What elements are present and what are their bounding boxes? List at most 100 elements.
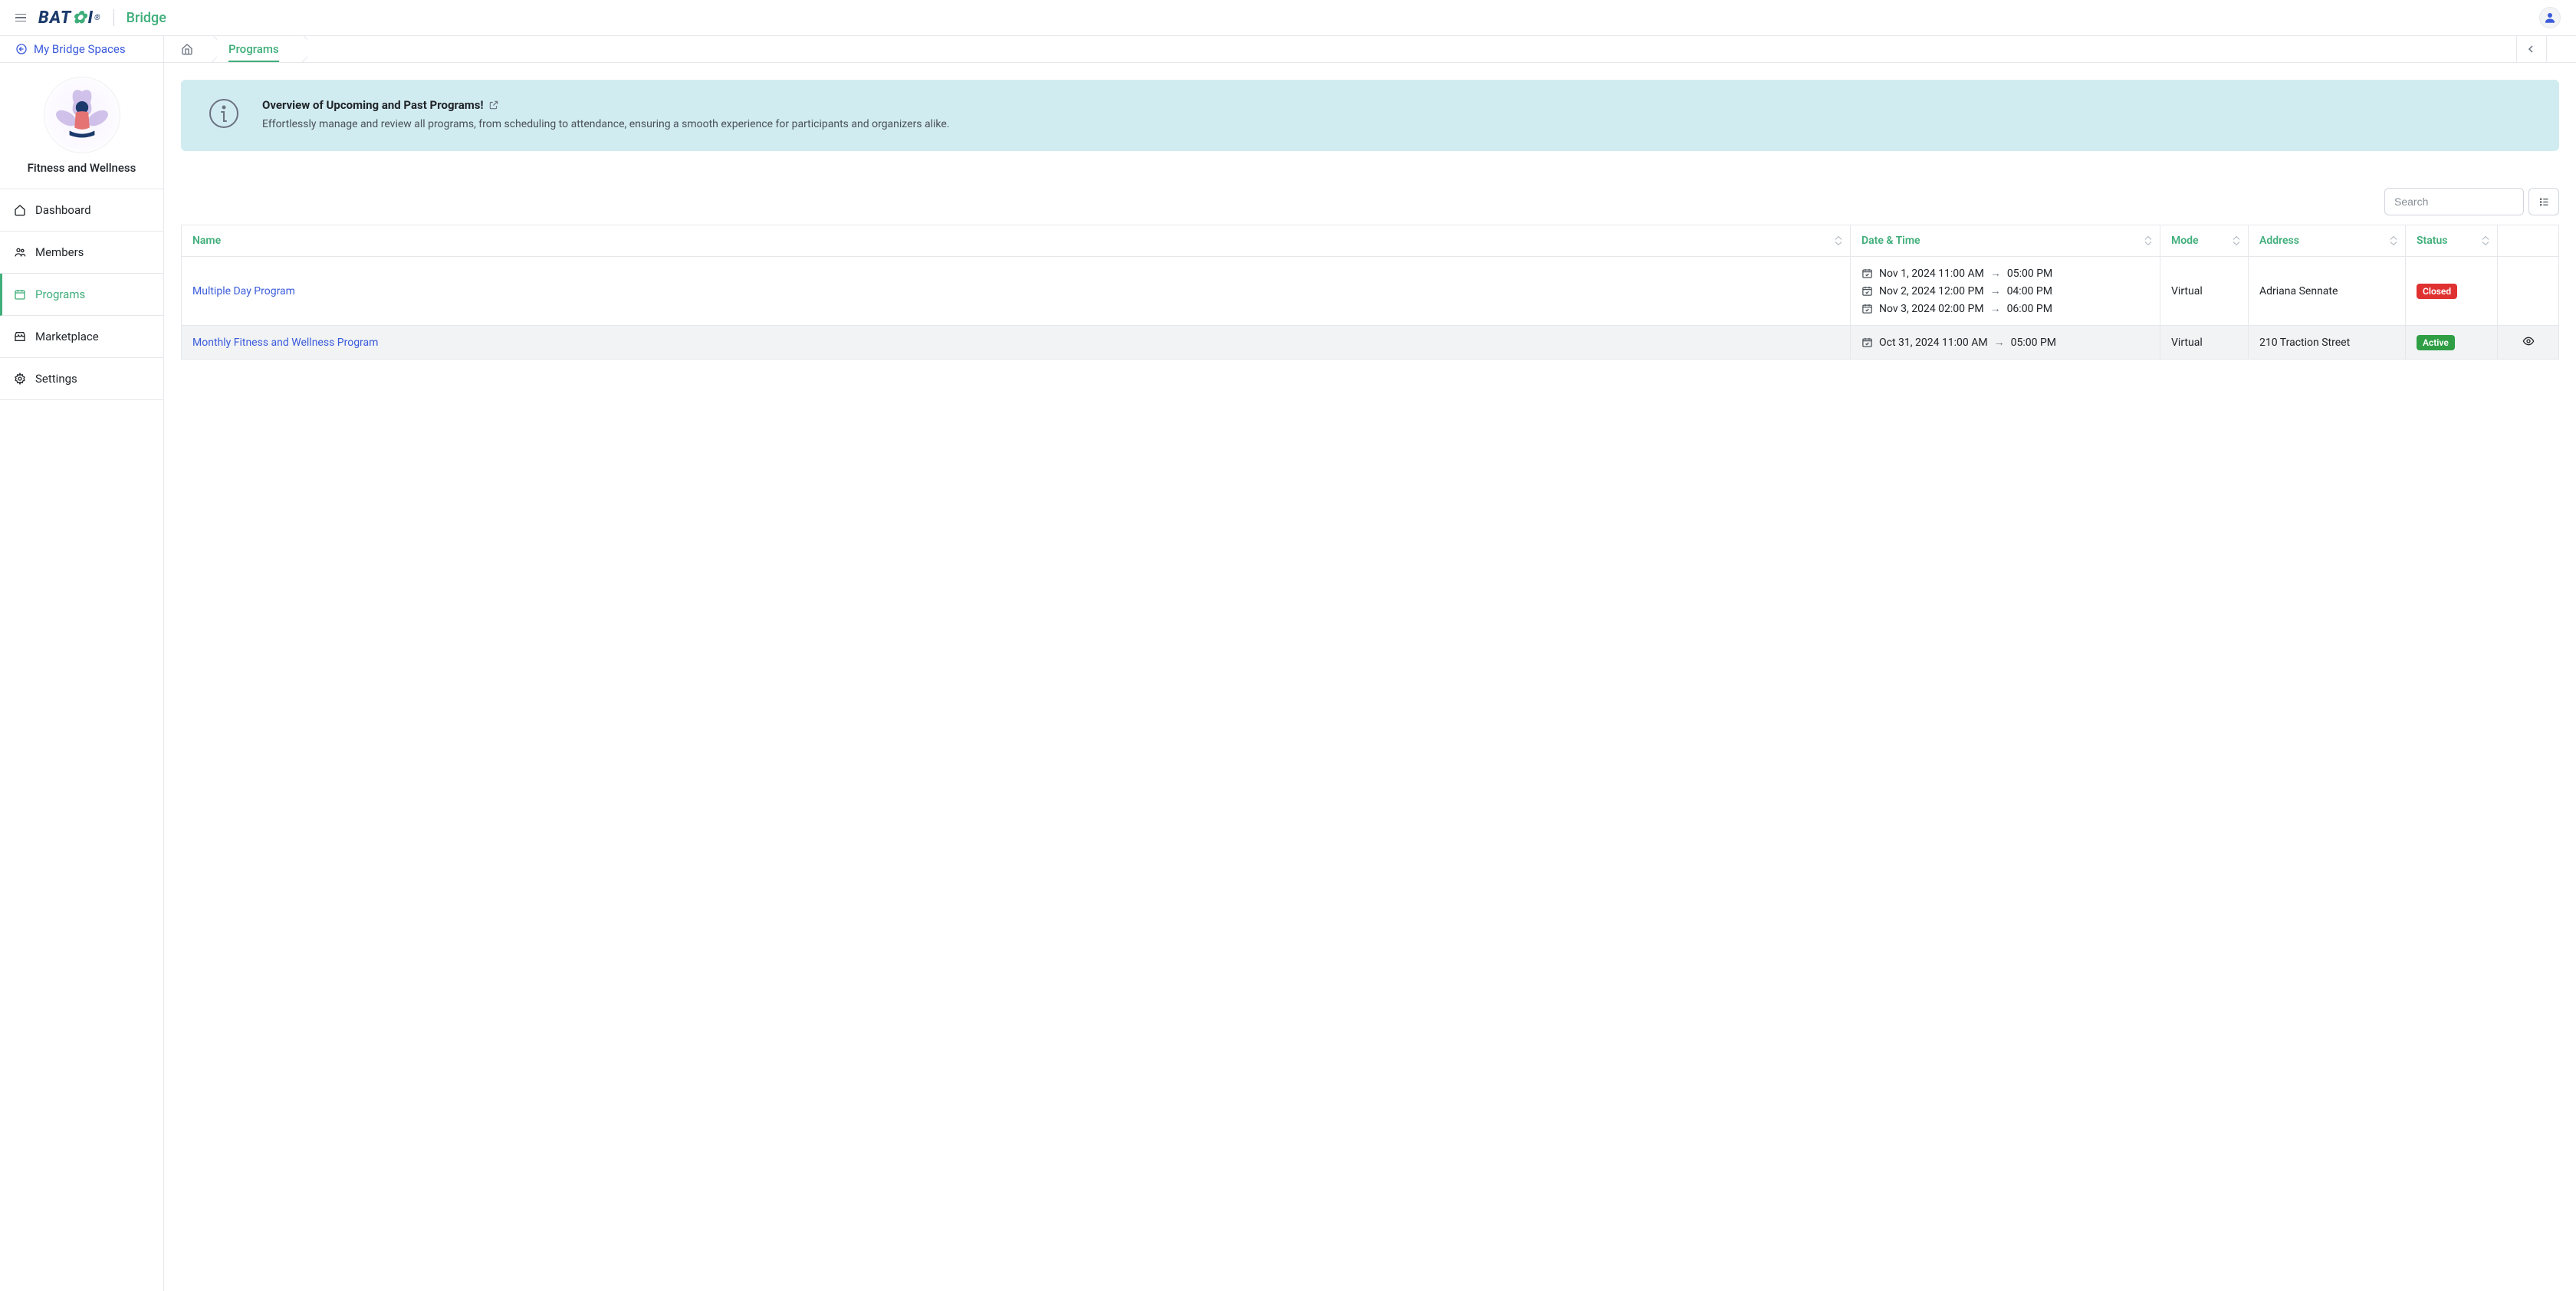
sidebar-item-label: Dashboard [35, 203, 91, 217]
sort-icon[interactable] [1835, 235, 1842, 246]
breadcrumb-bar: My Bridge Spaces Programs [0, 36, 2576, 63]
cell-name: Monthly Fitness and Wellness Program [182, 326, 1851, 360]
col-name[interactable]: Name [182, 225, 1851, 257]
store-icon [14, 330, 26, 343]
sidebar-item-dashboard[interactable]: Dashboard [0, 189, 163, 232]
sidebar-item-programs[interactable]: Programs [0, 274, 163, 316]
info-banner: Overview of Upcoming and Past Programs! … [181, 80, 2559, 151]
cell-actions [2498, 257, 2559, 326]
sidebar-item-settings[interactable]: Settings [0, 358, 163, 400]
cell-status: Closed [2406, 257, 2498, 326]
external-link-icon[interactable] [488, 100, 499, 110]
arrow-right-icon: → [1990, 267, 2001, 280]
user-avatar[interactable] [2539, 7, 2561, 28]
program-link[interactable]: Multiple Day Program [192, 285, 295, 297]
arrow-right-icon: → [1994, 336, 2005, 349]
chevron-left-icon [2528, 45, 2535, 53]
session-line: Nov 1, 2024 11:00 AM → 05:00 PM [1861, 264, 2149, 282]
sort-icon[interactable] [2233, 235, 2240, 246]
logo[interactable]: BAT✿I® [38, 8, 101, 28]
session-end: 06:00 PM [2007, 303, 2052, 315]
calendar-check-icon [1861, 337, 1873, 348]
session-start: Nov 2, 2024 12:00 PM [1879, 285, 1984, 297]
info-title: Overview of Upcoming and Past Programs! [262, 98, 499, 112]
sort-icon[interactable] [2144, 235, 2152, 246]
list-icon [2538, 196, 2550, 208]
cell-address: Adriana Sennate [2249, 257, 2406, 326]
info-desc: Effortlessly manage and review all progr… [262, 117, 950, 133]
cell-name: Multiple Day Program [182, 257, 1851, 326]
sidebar: Fitness and Wellness Dashboard Members P… [0, 63, 164, 1291]
calendar-icon [14, 288, 26, 301]
panel-toggle-2[interactable] [2546, 36, 2576, 62]
cell-address: 210 Traction Street [2249, 326, 2406, 360]
info-icon [209, 98, 239, 129]
cell-datetime: Oct 31, 2024 11:00 AM → 05:00 PM [1851, 326, 2160, 360]
sort-icon[interactable] [2482, 235, 2489, 246]
arrow-right-icon: → [1990, 284, 2001, 297]
back-link-label: My Bridge Spaces [34, 42, 126, 56]
session-end: 04:00 PM [2007, 285, 2052, 297]
session-start: Nov 1, 2024 11:00 AM [1879, 268, 1984, 280]
col-mode[interactable]: Mode [2160, 225, 2249, 257]
logo-text: BAT [38, 8, 71, 28]
sidebar-item-marketplace[interactable]: Marketplace [0, 316, 163, 358]
table-row: Multiple Day Program Nov 1, 2024 11:00 AM… [182, 257, 2559, 326]
eye-icon [2522, 335, 2535, 347]
leaf-icon: ✿ [72, 8, 87, 28]
arrow-left-circle-icon [15, 43, 28, 55]
list-view-button[interactable] [2528, 188, 2559, 215]
topbar: BAT✿I® Bridge [0, 0, 2576, 36]
session-end: 05:00 PM [2007, 268, 2052, 280]
space-name: Fitness and Wellness [9, 161, 154, 175]
hamburger-icon[interactable] [15, 14, 26, 22]
sidebar-item-label: Settings [35, 372, 77, 386]
space-header: Fitness and Wellness [0, 63, 163, 189]
main-content: Overview of Upcoming and Past Programs! … [164, 63, 2576, 1291]
program-link[interactable]: Monthly Fitness and Wellness Program [192, 337, 378, 349]
calendar-check-icon [1861, 303, 1873, 314]
users-icon [14, 246, 26, 258]
sidebar-item-label: Members [35, 245, 84, 259]
divider [113, 9, 114, 26]
status-badge: Active [2417, 335, 2455, 350]
status-badge: Closed [2417, 284, 2457, 299]
search-input[interactable] [2384, 188, 2524, 215]
cell-actions [2498, 326, 2559, 360]
col-datetime[interactable]: Date & Time [1851, 225, 2160, 257]
sort-icon[interactable] [2390, 235, 2397, 246]
person-icon [2543, 11, 2557, 25]
col-actions [2498, 225, 2559, 257]
session-line: Nov 3, 2024 02:00 PM→06:00 PM [1861, 300, 2149, 317]
sidebar-item-label: Marketplace [35, 330, 99, 343]
breadcrumb: Programs [164, 36, 2516, 62]
home-icon [14, 204, 26, 216]
calendar-check-icon [1861, 268, 1873, 279]
panel-toggle[interactable] [2516, 36, 2546, 62]
session-start: Oct 31, 2024 11:00 AM [1879, 337, 1988, 349]
table-row: Monthly Fitness and Wellness Program Oct … [182, 326, 2559, 360]
breadcrumb-label: Programs [228, 42, 279, 56]
gear-icon [14, 373, 26, 385]
back-link[interactable]: My Bridge Spaces [0, 36, 164, 62]
sidebar-item-label: Programs [35, 287, 85, 301]
session-end: 05:00 PM [2011, 337, 2056, 349]
cell-mode: Virtual [2160, 326, 2249, 360]
brand-subtitle[interactable]: Bridge [127, 10, 166, 26]
cell-datetime: Nov 1, 2024 11:00 AM → 05:00 PM Nov 2, 2024… [1851, 257, 2160, 326]
breadcrumb-home[interactable] [164, 36, 210, 62]
session-line: Nov 2, 2024 12:00 PM → 04:00 PM [1861, 282, 2149, 300]
breadcrumb-programs[interactable]: Programs [210, 36, 301, 62]
view-button[interactable] [2522, 338, 2535, 350]
col-address[interactable]: Address [2249, 225, 2406, 257]
yoga-icon [51, 84, 113, 146]
space-avatar [44, 77, 120, 153]
programs-table: Name Date & Time Mode Address Status Mul… [181, 225, 2559, 360]
cell-status: Active [2406, 326, 2498, 360]
sidebar-item-members[interactable]: Members [0, 232, 163, 274]
col-status[interactable]: Status [2406, 225, 2498, 257]
arrow-right-icon: → [1990, 302, 2001, 315]
home-icon [181, 43, 193, 55]
cell-mode: Virtual [2160, 257, 2249, 326]
session-line: Oct 31, 2024 11:00 AM → 05:00 PM [1861, 333, 2149, 351]
